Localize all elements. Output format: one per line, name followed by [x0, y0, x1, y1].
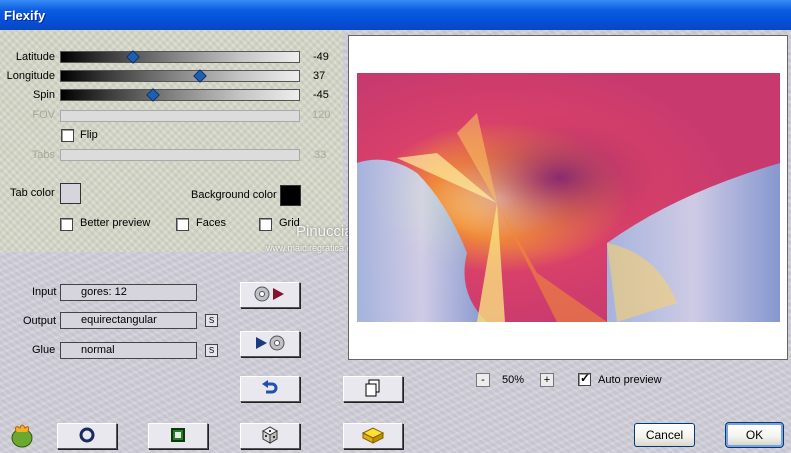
- copy-button[interactable]: [343, 376, 403, 402]
- glue-label: Glue: [32, 344, 56, 356]
- yellow-block-icon: [361, 426, 385, 447]
- tab-color-swatch[interactable]: [60, 183, 81, 204]
- grid-checkbox[interactable]: [259, 218, 272, 231]
- watermark-name: Pinuccia: [296, 223, 353, 240]
- glue-value: normal: [81, 344, 115, 356]
- spin-label: Spin: [32, 89, 55, 101]
- output-value: equirectangular: [81, 314, 157, 326]
- cancel-button[interactable]: Cancel: [634, 423, 695, 447]
- title-bar: Flexify: [0, 0, 791, 30]
- tabs-label: Tabs: [31, 149, 55, 161]
- block-button[interactable]: [343, 423, 403, 449]
- dice-icon: [260, 425, 280, 447]
- latitude-value: -49: [313, 51, 329, 63]
- glue-settings-button[interactable]: S: [205, 344, 218, 357]
- input-field[interactable]: gores: 12: [60, 284, 197, 301]
- background-color-label: Background color: [191, 189, 277, 201]
- longitude-value: 37: [313, 70, 326, 82]
- latitude-slider-thumb[interactable]: [125, 50, 140, 64]
- circle-button[interactable]: [57, 423, 117, 449]
- preview-pane[interactable]: [348, 35, 788, 360]
- latitude-slider[interactable]: [60, 50, 300, 64]
- undo-arrow-icon: [261, 379, 279, 400]
- circle-icon: [79, 427, 95, 446]
- fov-slider: [60, 110, 300, 122]
- fov-label: FOV: [32, 109, 55, 121]
- watermark-url: www.maidiregrafica.eu: [266, 243, 357, 253]
- longitude-slider[interactable]: [60, 69, 300, 83]
- glue-field[interactable]: normal: [60, 342, 197, 359]
- tabs-value: 33: [314, 149, 327, 161]
- longitude-label: Longitude: [6, 70, 55, 82]
- output-to-input-button[interactable]: [240, 331, 300, 357]
- input-to-output-button[interactable]: [240, 282, 300, 308]
- square-icon: [170, 427, 186, 446]
- flip-checkbox[interactable]: [61, 129, 74, 142]
- flip-label: Flip: [80, 129, 98, 141]
- spin-value: -45: [313, 89, 329, 101]
- better-preview-checkbox[interactable]: [60, 218, 73, 231]
- window-title: Flexify: [4, 8, 46, 23]
- output-label: Output: [23, 315, 57, 327]
- dialog-client: Latitude -49 Longitude 37 Spin -45 FOV 1…: [0, 30, 791, 453]
- faces-label: Faces: [196, 217, 226, 229]
- faces-checkbox[interactable]: [176, 218, 189, 231]
- spin-slider[interactable]: [60, 88, 300, 102]
- flaming-pear-icon: [8, 422, 36, 451]
- longitude-slider-thumb[interactable]: [193, 69, 208, 83]
- checkmark-icon: ✓: [580, 371, 591, 385]
- input-value: gores: 12: [81, 286, 127, 298]
- latitude-label: Latitude: [15, 51, 55, 63]
- square-button[interactable]: [148, 423, 208, 449]
- input-label: Input: [32, 286, 57, 298]
- auto-preview-label: Auto preview: [598, 374, 662, 386]
- background-color-swatch[interactable]: [280, 185, 301, 206]
- zoom-out-button[interactable]: -: [476, 373, 490, 387]
- tab-color-label: Tab color: [10, 187, 55, 199]
- output-settings-button[interactable]: S: [205, 314, 218, 327]
- auto-preview-checkbox[interactable]: ✓: [578, 371, 591, 386]
- zoom-in-button[interactable]: +: [540, 373, 554, 387]
- randomize-button[interactable]: [240, 423, 300, 449]
- copy-document-icon: [365, 379, 381, 400]
- fov-value: 120: [312, 109, 331, 121]
- ok-button[interactable]: OK: [725, 422, 784, 448]
- preview-image: [357, 73, 780, 322]
- play-disc-icon: [253, 334, 287, 355]
- spin-slider-thumb[interactable]: [146, 88, 160, 102]
- tabs-slider: [60, 149, 300, 161]
- undo-button[interactable]: [240, 376, 300, 402]
- zoom-level: 50%: [502, 374, 525, 386]
- better-preview-label: Better preview: [80, 217, 151, 229]
- output-field[interactable]: equirectangular: [60, 312, 197, 329]
- disc-play-icon: [253, 285, 287, 306]
